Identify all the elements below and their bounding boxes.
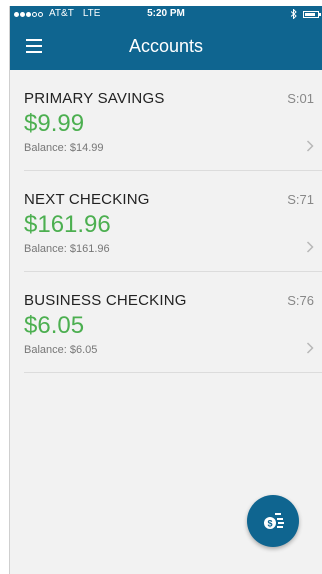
nav-bar: Accounts: [10, 22, 322, 70]
chevron-right-icon: [306, 342, 314, 354]
status-time: 5:20 PM: [147, 8, 185, 19]
account-row-business-checking[interactable]: BUSINESS CHECKING S:76 $6.05 Balance: $6…: [10, 272, 322, 373]
account-balance: Balance: $6.05: [24, 344, 98, 356]
account-name: NEXT CHECKING: [24, 191, 150, 208]
chevron-right-icon: [306, 140, 314, 152]
bluetooth-icon: [291, 9, 297, 19]
divider: [24, 372, 322, 373]
account-code: S:71: [287, 192, 314, 207]
account-row-next-checking[interactable]: NEXT CHECKING S:71 $161.96 Balance: $161…: [10, 171, 322, 272]
account-name: PRIMARY SAVINGS: [24, 90, 165, 107]
account-row-primary-savings[interactable]: PRIMARY SAVINGS S:01 $9.99 Balance: $14.…: [10, 70, 322, 171]
phone-screen: AT&T LTE 5:20 PM Accounts PRIMARY SAVING…: [9, 6, 322, 574]
accounts-list: PRIMARY SAVINGS S:01 $9.99 Balance: $14.…: [10, 70, 322, 373]
battery-icon: [303, 10, 321, 18]
status-bar: AT&T LTE 5:20 PM: [10, 6, 322, 22]
account-available-amount: $9.99: [24, 110, 85, 137]
svg-text:$: $: [267, 519, 272, 529]
page-title: Accounts: [128, 36, 204, 56]
status-right: [291, 6, 321, 22]
account-name: BUSINESS CHECKING: [24, 292, 187, 309]
account-available-amount: $161.96: [24, 211, 111, 238]
transfer-fab-button[interactable]: $: [247, 495, 299, 547]
money-transfer-icon: $: [264, 513, 284, 529]
account-balance: Balance: $14.99: [24, 142, 104, 154]
account-code: S:01: [287, 91, 314, 106]
account-available-amount: $6.05: [24, 312, 85, 339]
chevron-right-icon: [306, 241, 314, 253]
account-balance: Balance: $161.96: [24, 243, 110, 255]
account-code: S:76: [287, 293, 314, 308]
